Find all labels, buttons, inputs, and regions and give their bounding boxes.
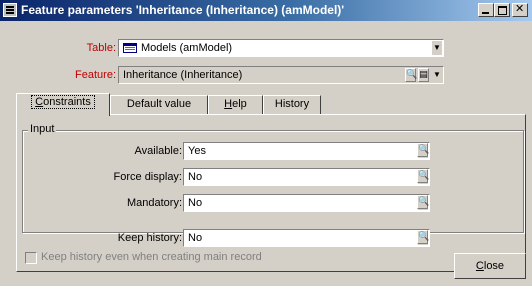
magnifier-icon[interactable]: 🔍 <box>417 195 429 209</box>
feature-parameters-window: Feature parameters 'Inheritance (Inherit… <box>0 0 532 286</box>
mandatory-select[interactable]: No ▼ <box>183 194 430 212</box>
chevron-down-icon[interactable]: ▼ <box>432 41 442 55</box>
close-button[interactable]: Close <box>454 253 526 279</box>
keep-history-label: Keep history: <box>117 232 182 244</box>
tab-help[interactable]: Help <box>208 95 263 115</box>
magnifier-icon[interactable]: 🔍 <box>417 230 429 244</box>
table-field[interactable]: Models (amModel) ▼ <box>118 39 444 57</box>
table-label: Table: <box>86 42 116 54</box>
window-title: Feature parameters 'Inheritance (Inherit… <box>21 3 345 17</box>
feature-label: Feature: <box>75 69 116 81</box>
close-window-button[interactable] <box>512 3 528 17</box>
tab-label: H <box>224 98 233 110</box>
minimize-button[interactable] <box>478 3 494 17</box>
title-bar[interactable]: Feature parameters 'Inheritance (Inherit… <box>0 0 532 21</box>
chevron-down-icon[interactable]: ▼ <box>432 68 442 82</box>
force-display-value: No <box>188 171 203 183</box>
mandatory-value: No <box>188 197 203 209</box>
tab-constraints[interactable]: Constraints <box>16 93 110 116</box>
force-display-select[interactable]: No ▼ <box>183 168 430 186</box>
keep-history-value: No <box>188 232 203 244</box>
feature-value: Inheritance (Inheritance) <box>123 69 243 81</box>
available-value: Yes <box>188 145 206 157</box>
keep-history-main-record-label: Keep history even when creating main rec… <box>41 251 262 263</box>
available-select[interactable]: Yes ▼ <box>183 142 430 160</box>
force-display-label: Force display: <box>113 171 182 183</box>
close-button-label: C <box>475 260 484 272</box>
tab-label: elp <box>232 98 247 110</box>
mandatory-label: Mandatory: <box>126 197 182 209</box>
magnifier-icon[interactable]: 🔍 <box>417 143 429 157</box>
keep-history-main-record-checkbox <box>25 252 37 264</box>
tab-label: History <box>274 98 310 110</box>
magnifier-icon[interactable]: 🔍 <box>405 68 417 82</box>
table-value: Models (amModel) <box>141 42 233 54</box>
maximize-button[interactable] <box>494 3 510 17</box>
feature-field[interactable]: Inheritance (Inheritance) 🔍 ▤ ▼ <box>118 66 444 84</box>
close-button-label: lose <box>483 260 505 272</box>
tab-label: Default value <box>126 98 192 110</box>
tab-history[interactable]: History <box>263 95 321 115</box>
tab-label: C <box>35 96 44 108</box>
table-icon <box>123 43 137 53</box>
available-label: Available: <box>134 145 183 157</box>
feature-app-icon <box>3 3 17 17</box>
list-icon[interactable]: ▤ <box>418 68 429 82</box>
keep-history-select[interactable]: No ▼ <box>183 229 430 247</box>
tab-default-value[interactable]: Default value <box>110 95 208 115</box>
magnifier-icon[interactable]: 🔍 <box>417 169 429 183</box>
input-group-title: Input <box>28 123 57 135</box>
tab-label: onstraints <box>43 96 91 108</box>
